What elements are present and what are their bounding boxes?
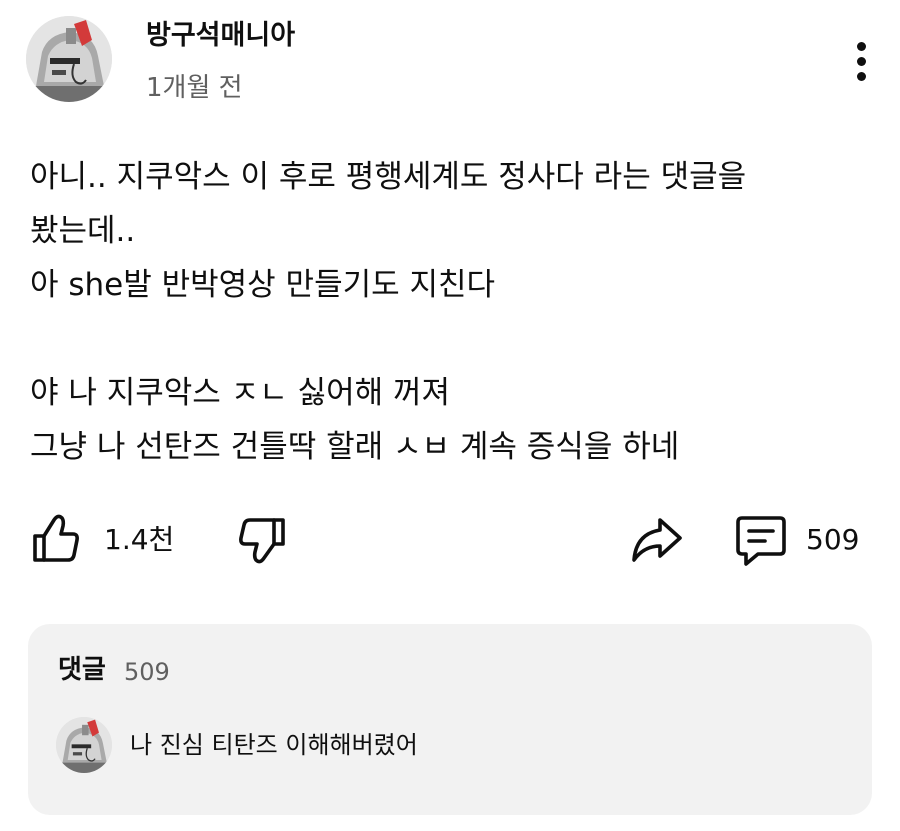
like-button[interactable] <box>30 512 82 564</box>
more-vert-icon <box>857 42 866 51</box>
post-text-line: 아니.. 지쿠악스 이 후로 평행세계도 정사다 라는 댓글을 <box>30 159 747 195</box>
comment-bubble-icon <box>736 516 786 566</box>
comments-panel[interactable]: 댓글 509 나 진심 티탄즈 이해해버렸어 <box>28 624 872 815</box>
commenter-avatar <box>56 717 112 773</box>
comment-button[interactable] <box>734 514 788 568</box>
post-text-line <box>30 312 880 366</box>
channel-name[interactable]: 방구석매니아 <box>146 18 295 54</box>
channel-avatar[interactable] <box>26 16 112 102</box>
post-text-line: 그냥 나 선탄즈 건틀딱 할래 ㅅㅂ 계속 증식을 하네 <box>30 429 680 465</box>
more-options-button[interactable] <box>844 38 880 86</box>
like-count: 1.4천 <box>104 523 175 556</box>
top-comment-text: 나 진심 티탄즈 이해해버렸어 <box>130 731 418 759</box>
post-text: 아니.. 지쿠악스 이 후로 평행세계도 정사다 라는 댓글을 봤는데.. 아 … <box>30 150 880 474</box>
post-timestamp: 1개월 전 <box>146 73 243 103</box>
comment-count: 509 <box>806 523 860 556</box>
comments-count: 509 <box>124 658 170 686</box>
comments-title: 댓글 <box>58 655 106 685</box>
more-vert-icon-dot <box>857 72 866 81</box>
post-text-line: 아 she발 반박영상 만들기도 지친다 <box>30 267 496 303</box>
dislike-button[interactable] <box>236 514 288 566</box>
post-text-line: 봤는데.. <box>30 213 136 249</box>
more-vert-icon-dot <box>857 57 866 66</box>
post-text-line: 야 나 지쿠악스 ㅈㄴ 싫어해 꺼져 <box>30 375 451 411</box>
robot-mech-head-icon <box>56 717 112 773</box>
thumbs-up-icon <box>33 514 79 562</box>
share-arrow-icon <box>632 518 682 562</box>
robot-mech-head-icon <box>26 16 112 102</box>
share-button[interactable] <box>630 516 684 564</box>
thumbs-down-icon <box>239 518 285 564</box>
